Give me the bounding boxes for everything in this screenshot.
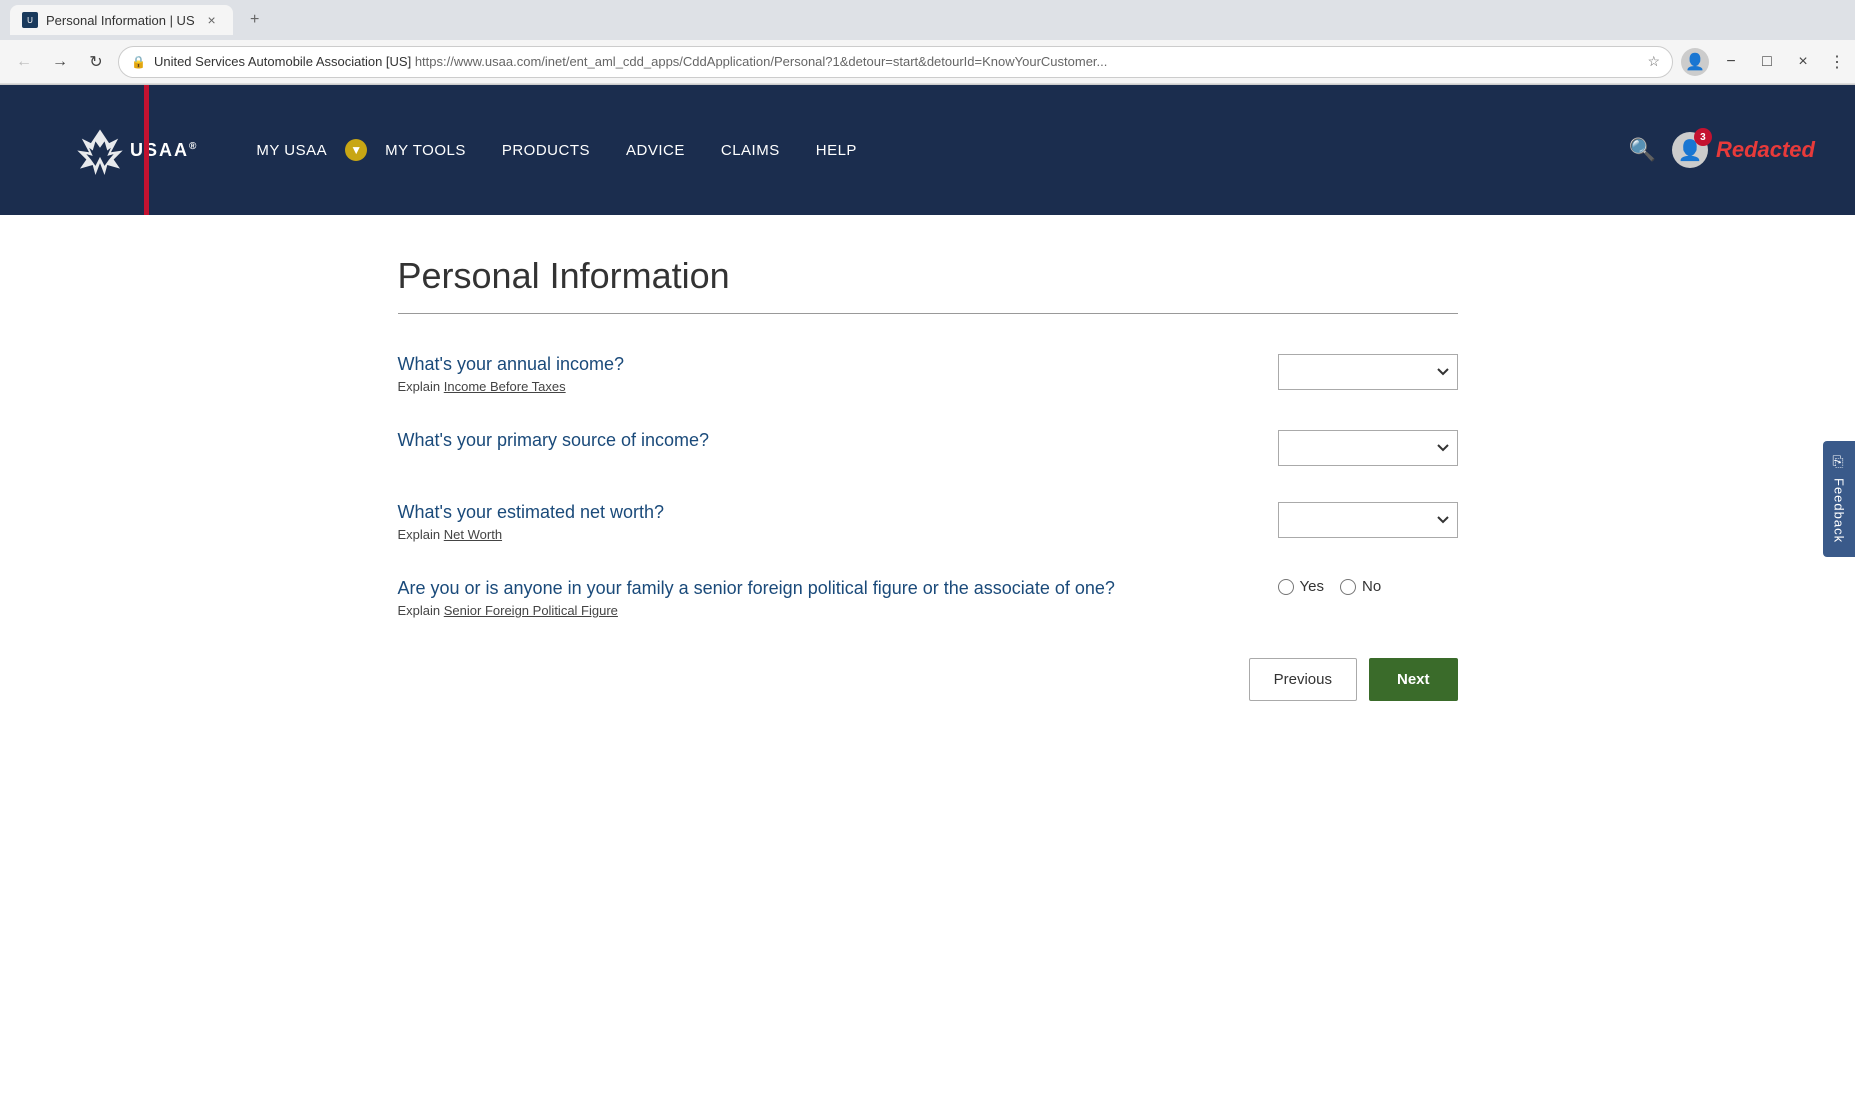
income-before-taxes-link[interactable]: Income Before Taxes	[444, 379, 566, 394]
net-worth-explain: Explain Net Worth	[398, 527, 1238, 542]
political-figure-yes-radio[interactable]	[1278, 579, 1294, 595]
feedback-label: Feedback	[1832, 478, 1847, 543]
usaa-navigation: USAA® MY USAA ▼ MY TOOLS PRODUCTS ADVICE…	[0, 85, 1855, 215]
nav-user-area: 👤 3 Redacted	[1672, 132, 1815, 168]
primary-income-label-area: What's your primary source of income?	[398, 430, 1238, 455]
bookmark-button[interactable]: ☆	[1647, 53, 1660, 70]
profile-button[interactable]: 👤	[1681, 48, 1709, 76]
close-window-button[interactable]: ×	[1789, 48, 1817, 76]
new-tab-button[interactable]: +	[241, 6, 269, 34]
browser-tab[interactable]: U Personal Information | US ×	[10, 5, 233, 35]
net-worth-link[interactable]: Net Worth	[444, 527, 502, 542]
browser-menu-button[interactable]: ⋮	[1829, 52, 1845, 72]
net-worth-question: What's your estimated net worth?	[398, 502, 1238, 523]
political-figure-control: Yes No	[1278, 578, 1458, 595]
primary-income-question: What's your primary source of income?	[398, 430, 1238, 451]
search-button[interactable]: 🔍	[1629, 137, 1656, 163]
senior-foreign-political-link[interactable]: Senior Foreign Political Figure	[444, 603, 618, 618]
feedback-icon: ⎘	[1831, 455, 1847, 470]
feedback-tab[interactable]: ⎘ Feedback	[1823, 441, 1855, 557]
tab-favicon: U	[22, 12, 38, 28]
nav-item-claims[interactable]: CLAIMS	[703, 142, 798, 159]
annual-income-select[interactable]	[1278, 354, 1458, 390]
nav-item-my-tools[interactable]: MY TOOLS	[367, 142, 484, 159]
usaa-logo-area: USAA®	[70, 125, 198, 175]
browser-chrome: U Personal Information | US × + ← → ↻ 🔒 …	[0, 0, 1855, 85]
annual-income-label-area: What's your annual income? Explain Incom…	[398, 354, 1238, 394]
nav-links: MY USAA ▼ MY TOOLS PRODUCTS ADVICE CLAIM…	[238, 139, 1628, 161]
net-worth-select[interactable]	[1278, 502, 1458, 538]
primary-income-row: What's your primary source of income?	[398, 430, 1458, 466]
minimize-button[interactable]: −	[1717, 48, 1745, 76]
usaa-red-bar	[144, 85, 149, 215]
page-title: Personal Information	[398, 255, 1458, 297]
maximize-button[interactable]: □	[1753, 48, 1781, 76]
annual-income-question: What's your annual income?	[398, 354, 1238, 375]
net-worth-row: What's your estimated net worth? Explain…	[398, 502, 1458, 542]
lock-icon: 🔒	[131, 55, 146, 69]
nav-item-products[interactable]: PRODUCTS	[484, 142, 608, 159]
political-figure-row: Are you or is anyone in your family a se…	[398, 578, 1458, 618]
political-figure-explain: Explain Senior Foreign Political Figure	[398, 603, 1238, 618]
user-profile-button[interactable]: 👤 3	[1672, 132, 1708, 168]
political-figure-question: Are you or is anyone in your family a se…	[398, 578, 1238, 599]
political-figure-radio-group: Yes No	[1278, 578, 1382, 595]
annual-income-row: What's your annual income? Explain Incom…	[398, 354, 1458, 394]
annual-income-section: What's your annual income? Explain Incom…	[398, 354, 1458, 394]
page-wrapper: USAA® MY USAA ▼ MY TOOLS PRODUCTS ADVICE…	[0, 85, 1855, 1104]
forward-button[interactable]: →	[46, 48, 74, 76]
browser-toolbar: ← → ↻ 🔒 United Services Automobile Assoc…	[0, 40, 1855, 84]
primary-income-control	[1278, 430, 1458, 466]
political-figure-section: Are you or is anyone in your family a se…	[398, 578, 1458, 618]
political-figure-yes-label: Yes	[1300, 578, 1324, 595]
form-footer: Previous Next	[398, 658, 1458, 741]
annual-income-explain: Explain Income Before Taxes	[398, 379, 1238, 394]
redacted-user-name: Redacted	[1716, 137, 1815, 163]
nav-dropdown-icon[interactable]: ▼	[345, 139, 367, 161]
next-button[interactable]: Next	[1369, 658, 1458, 701]
previous-button[interactable]: Previous	[1249, 658, 1357, 701]
political-figure-no-option[interactable]: No	[1340, 578, 1381, 595]
browser-titlebar: U Personal Information | US × +	[0, 0, 1855, 40]
address-bar[interactable]: 🔒 United Services Automobile Association…	[118, 46, 1673, 78]
nav-item-advice[interactable]: ADVICE	[608, 142, 703, 159]
political-figure-yes-option[interactable]: Yes	[1278, 578, 1324, 595]
net-worth-control	[1278, 502, 1458, 538]
address-bar-text: United Services Automobile Association […	[154, 54, 1639, 69]
political-figure-no-label: No	[1362, 578, 1381, 595]
annual-income-control	[1278, 354, 1458, 390]
political-figure-no-radio[interactable]	[1340, 579, 1356, 595]
net-worth-label-area: What's your estimated net worth? Explain…	[398, 502, 1238, 542]
usaa-logo: USAA®	[130, 140, 198, 161]
new-tab-area: +	[233, 6, 277, 34]
back-button[interactable]: ←	[10, 48, 38, 76]
tab-title: Personal Information | US	[46, 13, 195, 28]
primary-income-select[interactable]	[1278, 430, 1458, 466]
nav-item-my-usaa[interactable]: MY USAA	[238, 142, 345, 159]
nav-item-help[interactable]: HELP	[798, 142, 875, 159]
usaa-eagle-icon	[70, 125, 130, 175]
primary-income-section: What's your primary source of income?	[398, 430, 1458, 466]
usaa-text: USAA®	[130, 140, 198, 161]
reload-button[interactable]: ↻	[82, 48, 110, 76]
political-figure-label-area: Are you or is anyone in your family a se…	[398, 578, 1238, 618]
tab-close-button[interactable]: ×	[203, 11, 221, 29]
net-worth-section: What's your estimated net worth? Explain…	[398, 502, 1458, 542]
nav-right: 🔍 👤 3 Redacted	[1629, 132, 1815, 168]
notification-badge: 3	[1694, 128, 1712, 146]
title-divider	[398, 313, 1458, 314]
main-content: Personal Information What's your annual …	[378, 215, 1478, 801]
